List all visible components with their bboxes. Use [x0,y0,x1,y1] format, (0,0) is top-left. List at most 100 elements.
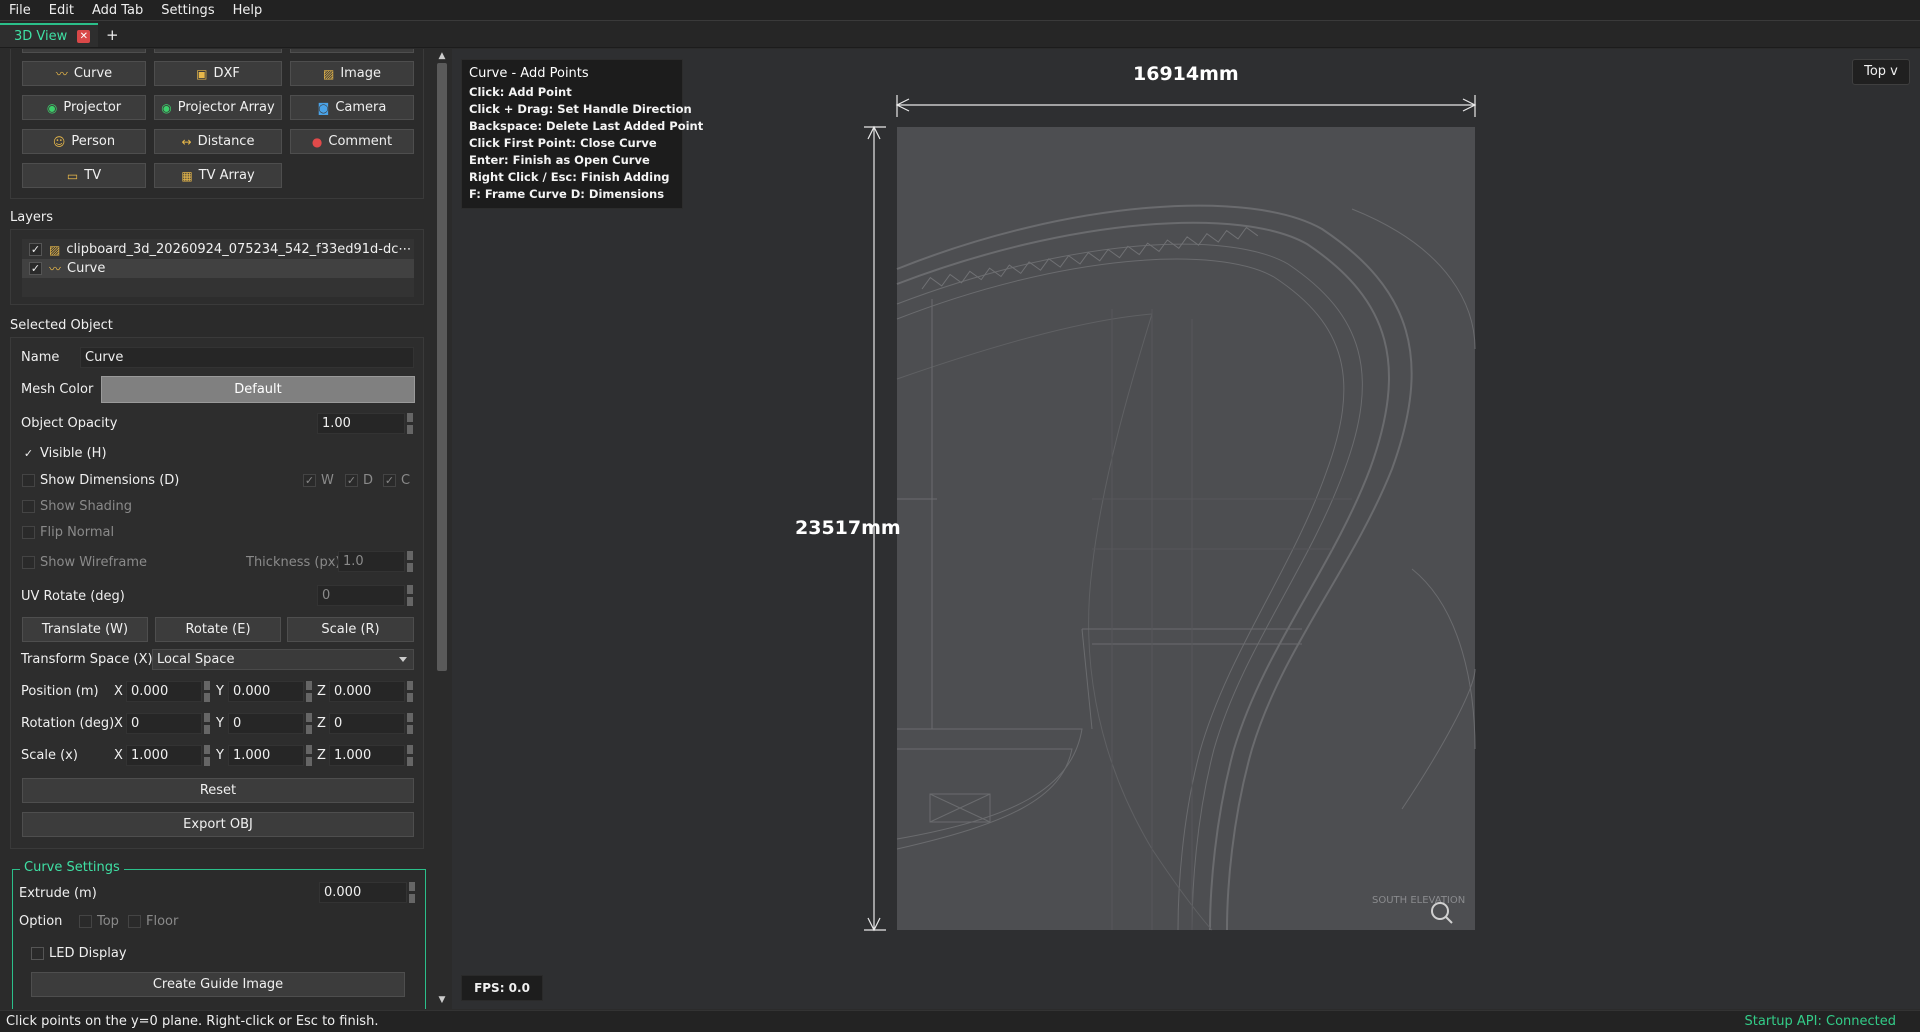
layer-visibility-checkbox[interactable]: ✓ [29,262,42,275]
export-obj-button[interactable]: Export OBJ [22,812,414,837]
add-distance-button[interactable]: ↔ Distance [154,129,282,154]
add-projector-button[interactable]: ◉ Projector [22,95,146,120]
mesh-color-button[interactable]: Default [101,376,415,403]
rotation-z-input[interactable]: 0 [329,713,405,734]
add-person-button[interactable]: ☺ Person [22,129,146,154]
flip-normal-checkbox[interactable] [22,526,35,539]
translate-button[interactable]: Translate (W) [22,617,148,642]
position-x-spinner[interactable] [204,681,210,702]
scale-y-spinner[interactable] [306,745,312,766]
scroll-up-icon[interactable]: ▲ [437,51,447,61]
help-line: Click First Point: Close Curve [469,136,657,150]
scale-x-input[interactable]: 1.000 [126,745,202,766]
add-tv-array-button[interactable]: ▦ TV Array [154,163,282,188]
curve-icon: 〰 [49,261,62,276]
name-label: Name [21,350,60,365]
tab-3d-view[interactable]: 3D View ✕ [0,23,99,47]
image-plane[interactable] [897,127,1475,930]
position-z-input[interactable]: 0.000 [329,681,405,702]
menu-add-tab[interactable]: Add Tab [83,0,152,21]
add-image-button[interactable]: ▨ Image [290,61,414,86]
create-guide-image-button[interactable]: Create Guide Image [31,972,405,997]
width-dimension-line [895,95,1477,117]
layer-row[interactable]: ✓ ▨ clipboard_3d_20260924_075234_542_f33… [22,240,414,259]
reset-button[interactable]: Reset [22,778,414,803]
scale-z-spinner[interactable] [407,745,413,766]
position-x-axis: X [114,684,123,699]
close-icon[interactable]: ✕ [77,29,91,43]
extrude-input[interactable]: 0.000 [319,882,407,903]
scroll-down-icon[interactable]: ▼ [437,995,447,1005]
add-tab-button[interactable]: + [98,23,126,47]
add-image-label: Image [340,66,382,81]
top-checkbox[interactable] [79,915,92,928]
add-dxf-button[interactable]: ▣ DXF [154,61,282,86]
rotation-y-axis: Y [216,716,224,731]
dimension-w-checkbox[interactable]: ✓ [303,474,316,487]
uv-rotate-spinner[interactable] [407,585,413,606]
position-x-input[interactable]: 0.000 [126,681,202,702]
rotation-z-axis: Z [317,716,326,731]
scale-y-input[interactable]: 1.000 [228,745,304,766]
position-y-spinner[interactable] [306,681,312,702]
position-y-input[interactable]: 0.000 [228,681,304,702]
image-icon: ▨ [322,66,335,81]
add-projector-array-button[interactable]: ◉ Projector Array [154,95,282,120]
scale-y-axis: Y [216,748,224,763]
object-opacity-spinner[interactable] [407,413,413,434]
add-curve-button[interactable]: 〰 Curve [22,61,146,86]
option-label: Option [19,914,63,929]
help-title: Curve - Add Points [469,66,589,81]
toolbar-button-partial [154,49,282,53]
position-z-spinner[interactable] [407,681,413,702]
visible-checkbox[interactable]: ✓ [22,447,35,460]
scale-button[interactable]: Scale (R) [287,617,414,642]
scale-x-spinner[interactable] [204,745,210,766]
rotation-y-spinner[interactable] [306,713,312,734]
name-input[interactable]: Curve [80,347,414,368]
rotation-y-input[interactable]: 0 [228,713,304,734]
object-opacity-input[interactable]: 1.00 [317,413,405,434]
show-shading-checkbox[interactable] [22,500,35,513]
help-line: Enter: Finish as Open Curve [469,153,650,167]
show-dimensions-checkbox[interactable] [22,474,35,487]
led-display-checkbox[interactable] [31,947,44,960]
layer-row[interactable]: ✓ 〰 Curve [22,259,414,278]
scale-z-input[interactable]: 1.000 [329,745,405,766]
dimension-d-checkbox[interactable]: ✓ [345,474,358,487]
height-dimension-label: 23517mm [795,517,901,539]
rotate-button[interactable]: Rotate (E) [155,617,281,642]
help-line: F: Frame Curve D: Dimensions [469,187,665,201]
extrude-label: Extrude (m) [19,886,97,901]
rotation-x-input[interactable]: 0 [126,713,202,734]
menu-edit[interactable]: Edit [40,0,83,21]
left-panel-scrollbar[interactable]: ▲ ▼ [434,49,450,1009]
dimension-c-checkbox[interactable]: ✓ [383,474,396,487]
floor-checkbox[interactable] [128,915,141,928]
rotation-z-spinner[interactable] [407,713,413,734]
menu-settings[interactable]: Settings [152,0,223,21]
add-tv-button[interactable]: ▭ TV [22,163,146,188]
thickness-spinner[interactable] [407,551,413,572]
menu-help[interactable]: Help [224,0,272,21]
uv-rotate-input[interactable]: 0 [317,585,405,606]
tv-icon: ▭ [66,168,79,183]
view-mode-select[interactable]: Top v [1852,59,1910,85]
extrude-spinner[interactable] [409,882,415,903]
add-camera-button[interactable]: ◙ Camera [290,95,414,120]
help-line: Right Click / Esc: Finish Adding [469,170,670,184]
object-opacity-label: Object Opacity [21,416,118,431]
add-comment-button[interactable]: ● Comment [290,129,414,154]
thickness-input[interactable]: 1.0 [338,551,405,572]
tv-array-icon: ▦ [181,168,193,183]
scale-label: Scale (x) [21,748,78,763]
show-wireframe-checkbox[interactable] [22,556,35,569]
show-shading-label: Show Shading [40,499,133,514]
scale-z-axis: Z [317,748,326,763]
scrollbar-thumb[interactable] [437,63,447,671]
transform-space-select[interactable]: Local Space [152,649,414,670]
menu-file[interactable]: File [0,0,40,21]
rotation-x-spinner[interactable] [204,713,210,734]
layer-visibility-checkbox[interactable]: ✓ [29,243,42,256]
mesh-color-label: Mesh Color [21,382,94,397]
